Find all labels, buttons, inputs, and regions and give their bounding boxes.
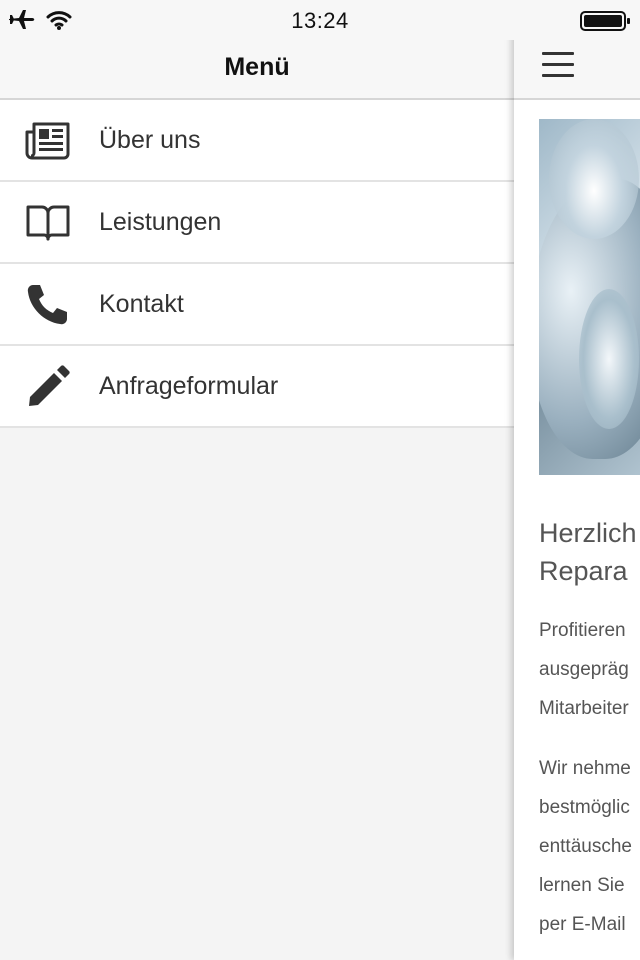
status-bar: 13:24	[0, 0, 640, 40]
app-screen: Menü Über uns Leistungen Kontakt Anfrage…	[0, 0, 640, 960]
book-icon	[26, 205, 70, 241]
menu-item-ueber-uns[interactable]: Über uns	[0, 100, 514, 182]
newspaper-icon	[25, 122, 70, 160]
paragraph-line: Mitarbeiter	[539, 698, 629, 719]
menu-header: Menü	[0, 40, 514, 100]
paragraph-line: Profitieren	[539, 620, 626, 641]
menu-item-anfrageformular[interactable]: Anfrageformular	[0, 346, 514, 428]
content-navbar	[514, 40, 640, 100]
paragraph-line: per E-Mail	[539, 914, 626, 935]
content-paragraph-1: Profitieren ausgepräg Mitarbeiter	[539, 611, 640, 728]
side-menu: Menü Über uns Leistungen Kontakt Anfrage…	[0, 0, 514, 960]
status-right	[580, 10, 632, 37]
status-time: 13:24	[291, 8, 349, 33]
paragraph-line: bestmöglic	[539, 797, 630, 818]
menu-item-label: Kontakt	[99, 289, 184, 318]
menu-item-label: Über uns	[99, 125, 201, 154]
heading-line: Repara	[539, 556, 628, 586]
phone-icon	[27, 285, 67, 325]
paragraph-line: enttäusche	[539, 836, 632, 857]
menu-list: Über uns Leistungen Kontakt Anfrageformu…	[0, 100, 514, 428]
menu-title: Menü	[224, 53, 290, 81]
content-paragraph-2: Wir nehme bestmöglic enttäusche lernen S…	[539, 749, 640, 944]
content-heading: Herzlich Repara	[539, 514, 640, 590]
paragraph-line: Wir nehme	[539, 758, 631, 779]
paragraph-line: lernen Sie	[539, 875, 625, 896]
content-panel[interactable]: Herzlich Repara Profitieren ausgepräg Mi…	[514, 0, 640, 960]
hamburger-menu-icon[interactable]	[542, 52, 574, 78]
pencil-icon	[29, 365, 70, 406]
battery-icon	[580, 11, 630, 31]
menu-item-label: Leistungen	[99, 207, 222, 236]
hero-image	[539, 119, 640, 475]
menu-item-kontakt[interactable]: Kontakt	[0, 264, 514, 346]
paragraph-line: ausgepräg	[539, 659, 629, 680]
menu-item-leistungen[interactable]: Leistungen	[0, 182, 514, 264]
menu-item-label: Anfrageformular	[99, 371, 279, 400]
heading-line: Herzlich	[539, 518, 637, 548]
